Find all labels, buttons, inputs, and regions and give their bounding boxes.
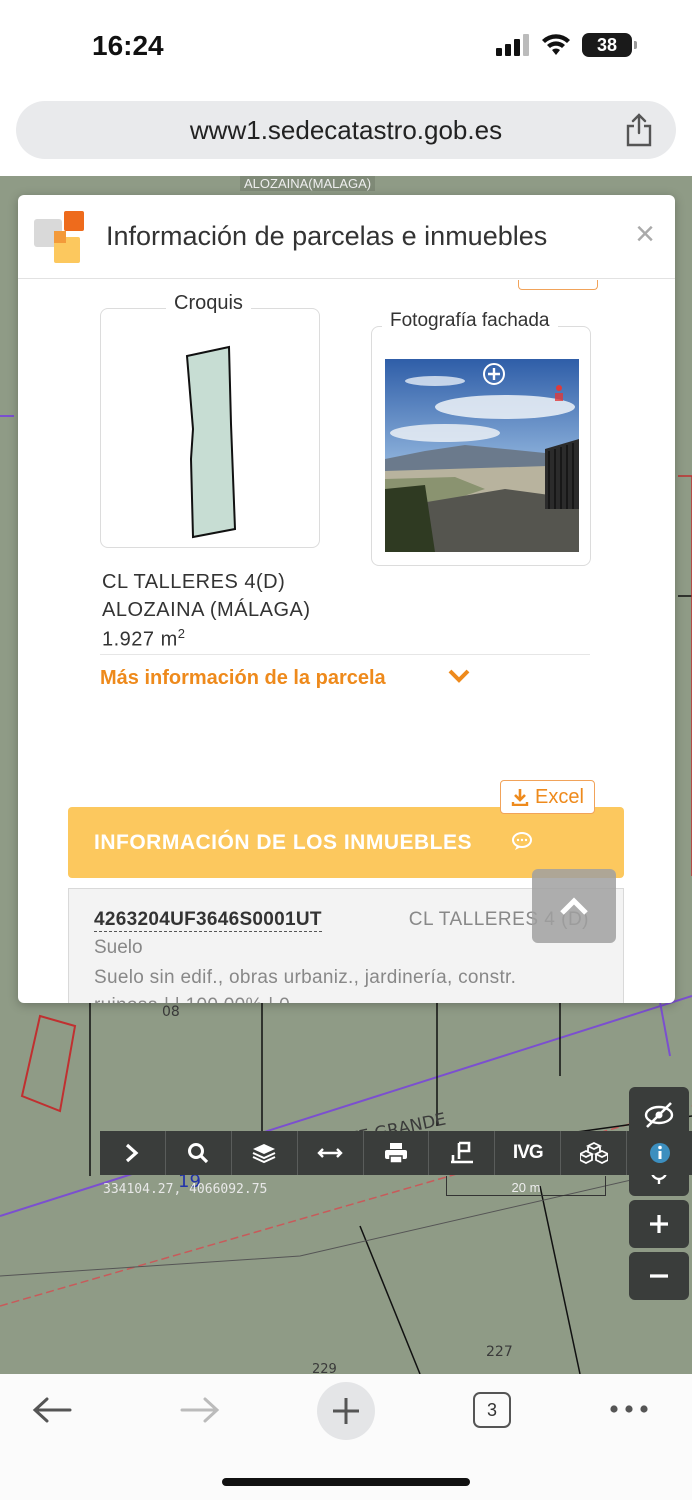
inmuebles-title: INFORMACIÓN DE LOS INMUEBLES [94, 831, 473, 854]
parcel-surface-value: 1.927 m [102, 628, 178, 651]
status-bar: 16:24 38 [0, 0, 692, 95]
comment-icon [512, 832, 532, 850]
zoom-photo-icon[interactable] [482, 362, 506, 386]
inmueble-use: Suelo [94, 937, 143, 958]
dialog-title: Información de parcelas e inmuebles [106, 221, 548, 251]
parcel-tool-icon [450, 1141, 473, 1164]
parcel-number-227: 227 [486, 1344, 513, 1360]
chevron-up-icon [560, 897, 588, 915]
close-icon[interactable]: × [635, 215, 655, 254]
plus-icon [650, 1215, 668, 1233]
eye-off-icon [644, 1102, 674, 1128]
toolbar-measure-button[interactable] [298, 1131, 364, 1175]
url-text[interactable]: www1.sedecatastro.gob.es [16, 115, 676, 146]
back-button[interactable] [30, 1396, 74, 1424]
more-parcel-info-link[interactable]: Más información de la parcela [100, 667, 386, 690]
inmueble-description: Suelo sin edif., obras urbaniz., jardine… [94, 964, 574, 1003]
parcel-sketch [185, 345, 237, 539]
map-coordinates: 334104.27, 4066092.75 [103, 1182, 268, 1197]
measure-arrows-icon [317, 1148, 343, 1158]
excel-export-button[interactable]: Excel [500, 780, 595, 814]
tab-count: 3 [486, 1399, 497, 1420]
croquis-label: Croquis [166, 292, 251, 315]
cadastral-reference-link[interactable]: 4263204UF3646S0001UT [94, 909, 322, 932]
scroll-to-top-button[interactable] [532, 869, 616, 943]
status-icons: 38 [496, 33, 637, 57]
share-icon[interactable] [624, 113, 654, 147]
forward-button[interactable] [178, 1396, 222, 1424]
toolbar-ivg-button[interactable]: IVG [495, 1131, 562, 1175]
tabs-button[interactable]: 3 [473, 1392, 511, 1428]
arrow-left-icon [32, 1397, 72, 1423]
chevron-down-icon[interactable] [448, 668, 470, 684]
printer-icon [385, 1143, 407, 1164]
toolbar-layers-button[interactable] [232, 1131, 298, 1175]
parcel-surface: 1.927 m2 [102, 626, 186, 652]
map-toolbar: IVG [100, 1131, 692, 1175]
battery-icon: 38 [582, 33, 637, 57]
new-tab-button[interactable] [317, 1382, 375, 1440]
ivg-label: IVG [512, 1142, 544, 1163]
layers-icon [252, 1144, 276, 1164]
parcel-address-line1: CL TALLERES 4(D) [102, 571, 286, 593]
inmueble-description-line2: ruinosa | | 100,00% | 0 [94, 992, 574, 1003]
signal-icon [496, 34, 529, 56]
dialog-header: Información de parcelas e inmuebles × [18, 195, 675, 279]
partial-top-button [518, 280, 598, 290]
parcel-number-08: 08 [162, 1004, 180, 1020]
toolbar-expand-button[interactable] [100, 1131, 166, 1175]
toolbar-print-button[interactable] [364, 1131, 430, 1175]
more-menu-button[interactable] [608, 1402, 650, 1416]
plus-icon [333, 1398, 359, 1424]
arrow-right-icon [180, 1397, 220, 1423]
chevron-right-icon [126, 1143, 139, 1163]
info-icon [649, 1143, 670, 1163]
toolbar-search-button[interactable] [166, 1131, 232, 1175]
photo-label: Fotografía fachada [382, 310, 558, 332]
divider [100, 654, 590, 655]
home-indicator [222, 1478, 470, 1486]
toolbar-info-button[interactable] [627, 1131, 692, 1175]
wifi-icon [542, 34, 570, 55]
inmuebles-header: INFORMACIÓN DE LOS INMUEBLES [68, 807, 624, 878]
address-bar[interactable]: www1.sedecatastro.gob.es [16, 101, 676, 159]
surface-unit-sup: 2 [177, 626, 186, 641]
toolbar-parcel-tool-button[interactable] [429, 1131, 496, 1175]
facade-photo[interactable] [385, 359, 579, 552]
search-icon [188, 1143, 209, 1164]
toolbar-3d-button[interactable] [561, 1131, 628, 1175]
zoom-out-button[interactable] [629, 1252, 689, 1300]
inmueble-description-line1: Suelo sin edif., obras urbaniz., jardine… [94, 967, 517, 988]
download-icon [511, 789, 529, 806]
map-municipality-label: ALOZAINA(MALAGA) [240, 176, 376, 191]
more-dots-icon [610, 1405, 648, 1413]
parcel-number-229: 229 [312, 1362, 337, 1374]
map-scale: 20 m [446, 1176, 606, 1196]
catastro-logo-icon [34, 211, 84, 263]
zoom-in-button[interactable] [629, 1200, 689, 1248]
croquis-panel [100, 308, 320, 548]
minus-icon [650, 1274, 668, 1278]
excel-label: Excel [535, 785, 584, 808]
parcel-address-line2: ALOZAINA (MÁLAGA) [102, 599, 311, 621]
streetview-pin-icon[interactable] [553, 383, 565, 405]
cubes-icon [579, 1142, 608, 1164]
status-time: 16:24 [92, 30, 164, 61]
